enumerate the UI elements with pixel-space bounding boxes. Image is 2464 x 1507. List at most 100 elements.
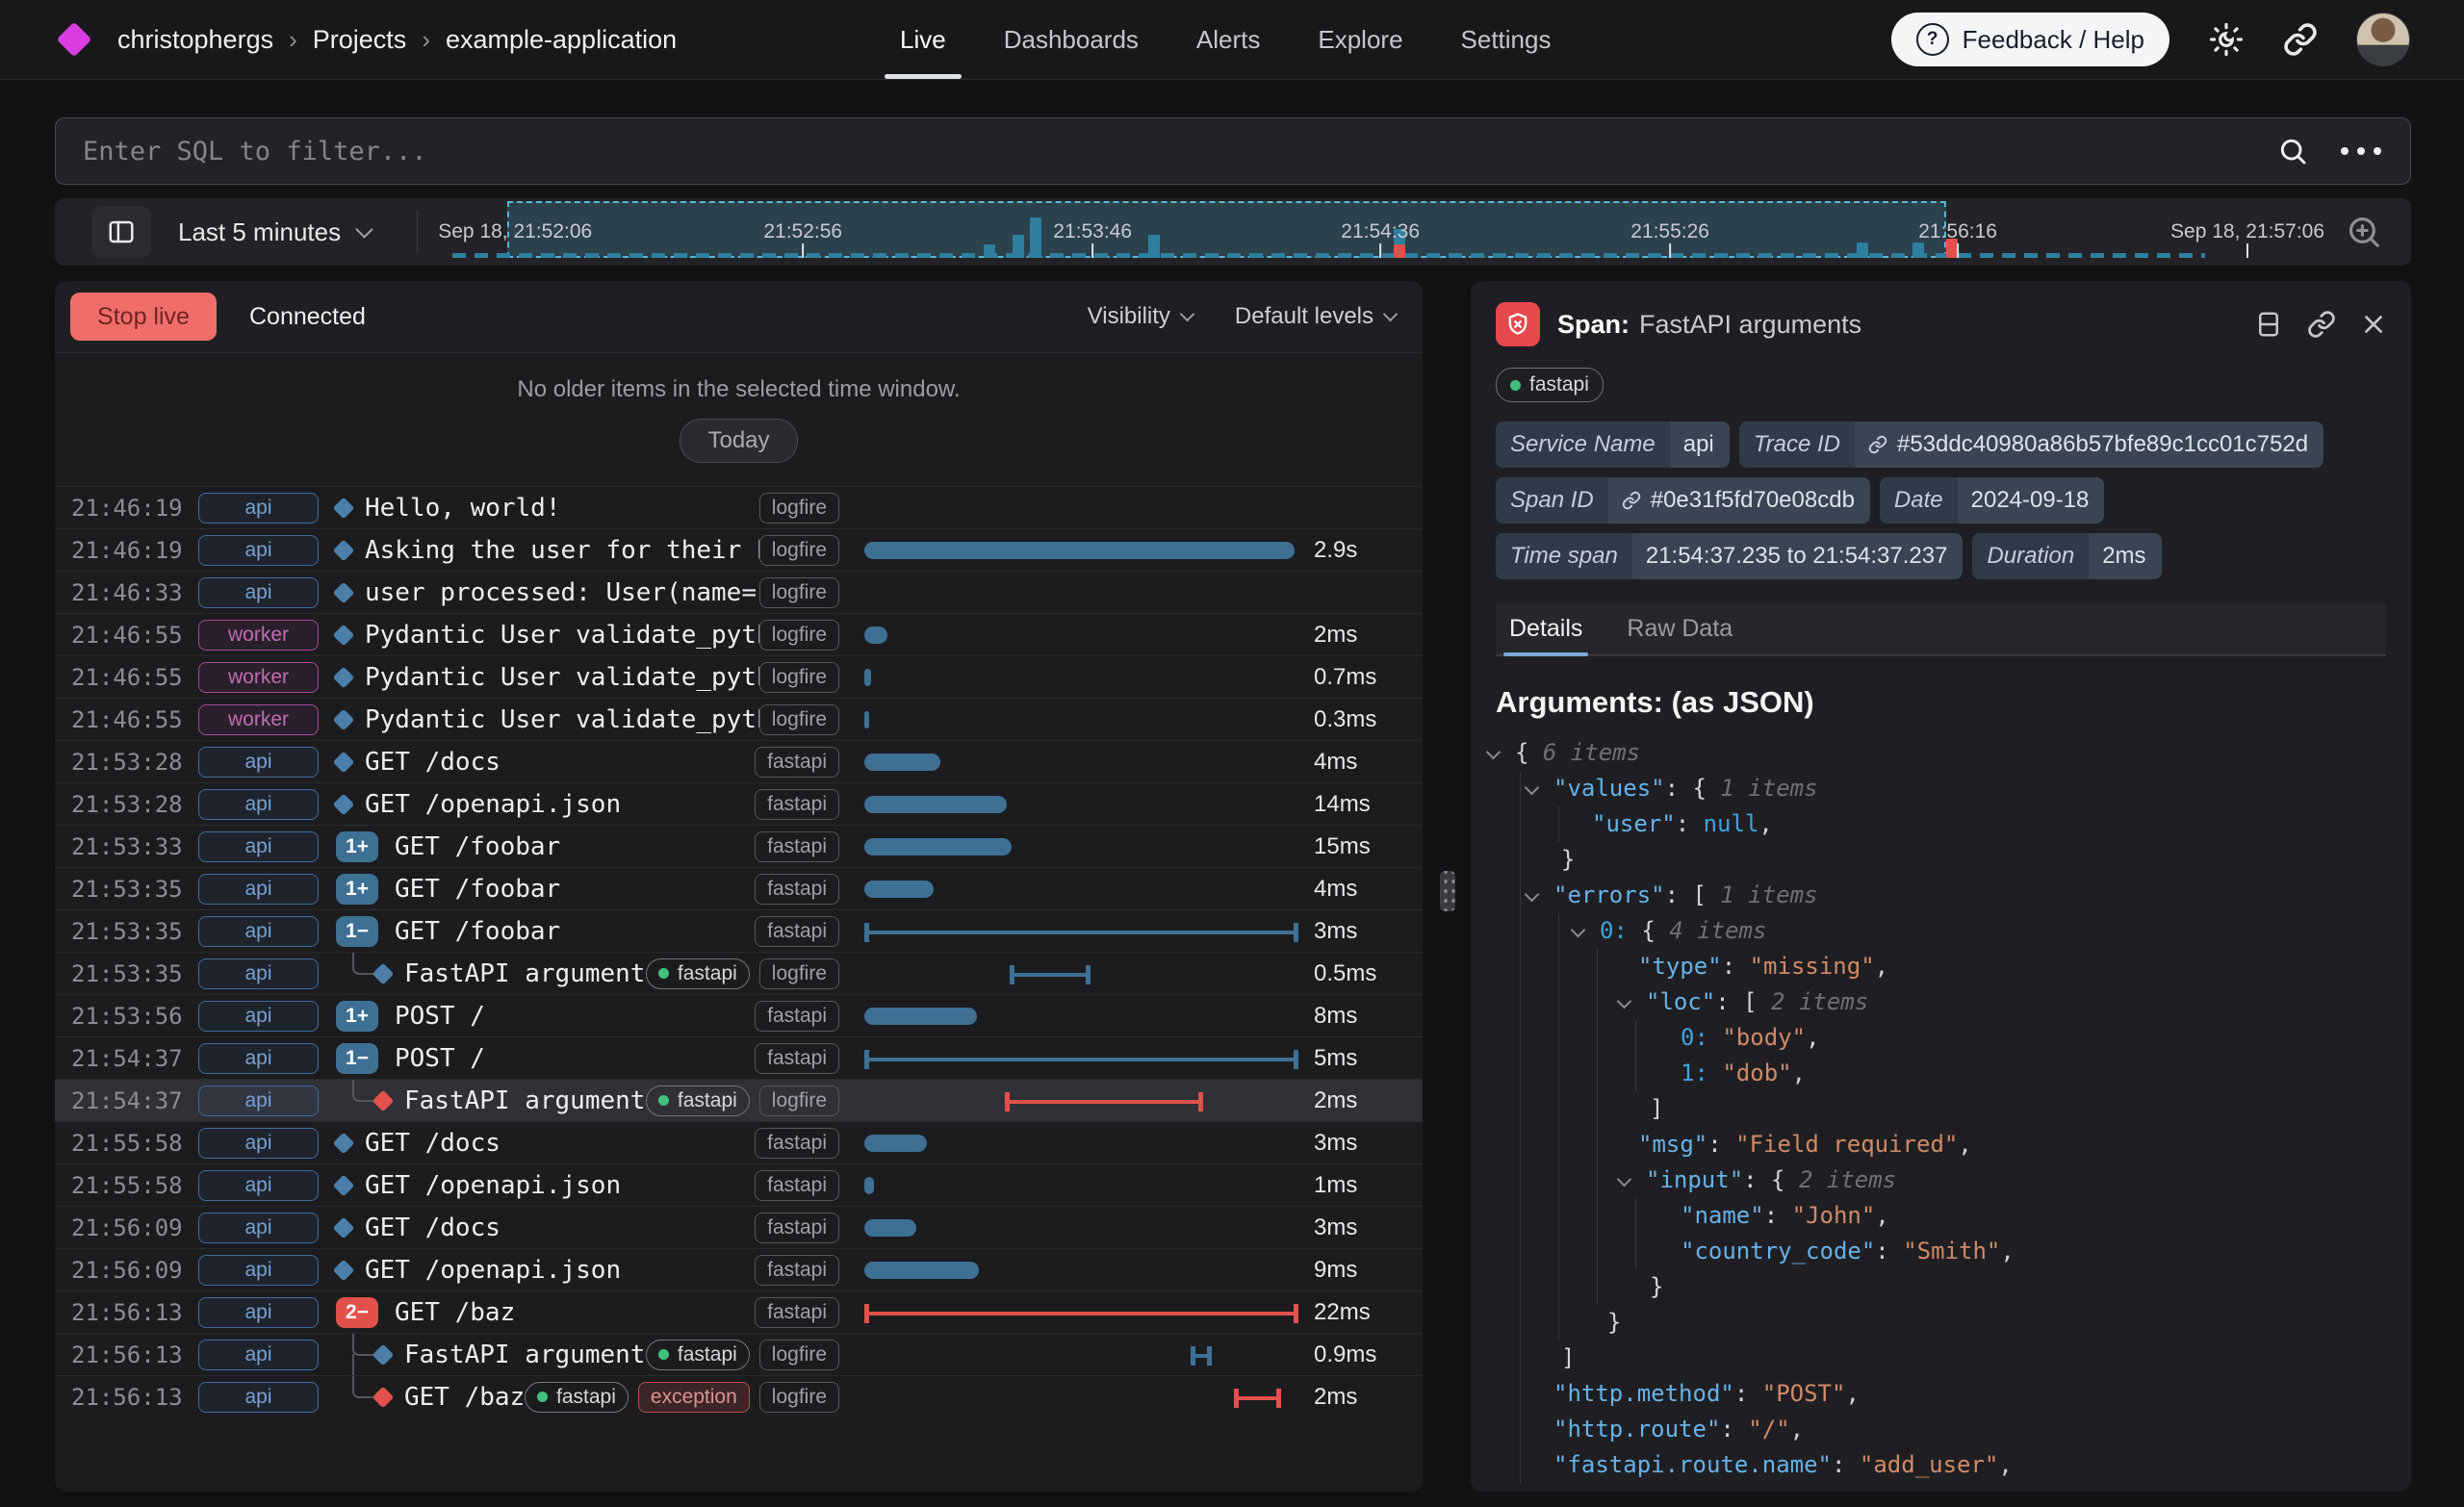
copy-link-icon[interactable] <box>2307 310 2336 339</box>
service-badge[interactable]: api <box>198 831 319 862</box>
log-row[interactable]: 21:54:37 api 1−POST / fastapi 5ms <box>55 1036 1423 1079</box>
expand-collapse-chip[interactable]: 1+ <box>336 874 378 905</box>
breadcrumb-item[interactable]: example-application <box>446 25 677 55</box>
collapse-chevron-icon[interactable] <box>1617 994 1632 1009</box>
expand-collapse-chip[interactable]: 2− <box>336 1297 378 1328</box>
row-bar-cell <box>864 529 1296 571</box>
service-badge[interactable]: api <box>198 493 319 524</box>
indent-guide <box>1520 1020 1521 1056</box>
row-bar-cell <box>864 1249 1296 1290</box>
tab-settings[interactable]: Settings <box>1432 0 1580 79</box>
visibility-dropdown[interactable]: Visibility <box>1088 303 1193 330</box>
chevron-down-icon <box>1180 306 1195 321</box>
tab-alerts[interactable]: Alerts <box>1168 0 1289 79</box>
panel-resize-handle[interactable] <box>1440 871 1455 911</box>
log-row[interactable]: 21:46:33 api user processed: User(name='… <box>55 571 1423 613</box>
split-view-icon[interactable] <box>2255 310 2282 339</box>
log-row[interactable]: 21:53:28 api GET /openapi.json fastapi 1… <box>55 782 1423 825</box>
tag-logfire: logfire <box>759 662 839 693</box>
collapse-chevron-icon[interactable] <box>1571 923 1586 938</box>
service-badge[interactable]: api <box>198 535 319 566</box>
service-badge[interactable]: api <box>198 1170 319 1201</box>
sql-filter-input[interactable] <box>81 136 2277 167</box>
logfire-logo-icon[interactable] <box>57 22 92 58</box>
today-button[interactable]: Today <box>680 419 797 463</box>
service-badge[interactable]: api <box>198 1213 319 1243</box>
service-badge[interactable]: api <box>198 1043 319 1074</box>
service-badge[interactable]: api <box>198 1001 319 1032</box>
user-avatar[interactable] <box>2356 13 2410 66</box>
log-row[interactable]: 21:46:55 worker Pydantic User validate_p… <box>55 613 1423 655</box>
tab-dashboards[interactable]: Dashboards <box>975 0 1168 79</box>
theme-toggle-icon[interactable] <box>2208 21 2245 58</box>
service-badge[interactable]: api <box>198 789 319 820</box>
log-row[interactable]: 21:53:28 api GET /docs fastapi 4ms <box>55 740 1423 782</box>
service-badge[interactable]: api <box>198 916 319 947</box>
stop-live-button[interactable]: Stop live <box>70 293 217 341</box>
sidebar-toggle-button[interactable] <box>91 206 151 258</box>
log-row[interactable]: 21:53:35 api 1+GET /foobar fastapi 4ms <box>55 867 1423 909</box>
search-icon[interactable] <box>2277 136 2308 166</box>
log-row[interactable]: 21:55:58 api GET /openapi.json fastapi 1… <box>55 1163 1423 1206</box>
breadcrumb-item[interactable]: christophergs <box>117 25 273 55</box>
collapse-chevron-icon[interactable] <box>1617 1172 1632 1188</box>
row-time: 21:55:58 <box>71 1130 187 1157</box>
feedback-help-button[interactable]: ? Feedback / Help <box>1891 13 2169 66</box>
duration-bar <box>864 669 871 686</box>
log-row[interactable]: 21:56:13 api 2−GET /baz fastapi 22ms <box>55 1290 1423 1333</box>
log-row[interactable]: 21:53:33 api 1+GET /foobar fastapi 15ms <box>55 825 1423 867</box>
service-badge[interactable]: worker <box>198 704 319 735</box>
log-row[interactable]: 21:46:19 api Hello, world! logfire <box>55 486 1423 528</box>
tab-live[interactable]: Live <box>871 0 975 79</box>
close-icon[interactable] <box>2361 312 2386 337</box>
service-badge[interactable]: api <box>198 958 319 989</box>
service-badge[interactable]: api <box>198 1340 319 1370</box>
log-row[interactable]: 21:46:55 worker Pydantic User validate_p… <box>55 655 1423 698</box>
collapse-chevron-icon[interactable] <box>1525 887 1540 903</box>
row-time: 21:46:19 <box>71 495 187 522</box>
log-row[interactable]: 21:56:09 api GET /openapi.json fastapi 9… <box>55 1248 1423 1290</box>
log-row[interactable]: 21:56:13 api GET /baz (fo fastapiexcepti… <box>55 1375 1423 1418</box>
more-options-icon[interactable] <box>2341 147 2381 155</box>
service-badge[interactable]: api <box>198 1128 319 1159</box>
service-badge[interactable]: worker <box>198 620 319 651</box>
service-badge[interactable]: worker <box>198 662 319 693</box>
row-duration: 9ms <box>1296 1257 1423 1284</box>
link-icon[interactable] <box>1622 491 1641 510</box>
expand-collapse-chip[interactable]: 1− <box>336 916 378 947</box>
log-row[interactable]: 21:56:09 api GET /docs fastapi 3ms <box>55 1206 1423 1248</box>
timeline-selection[interactable] <box>507 201 1946 258</box>
service-badge[interactable]: api <box>198 747 319 778</box>
default-levels-dropdown[interactable]: Default levels <box>1235 303 1396 330</box>
expand-collapse-chip[interactable]: 1− <box>336 1043 378 1074</box>
collapse-chevron-icon[interactable] <box>1486 745 1502 760</box>
expand-collapse-chip[interactable]: 1+ <box>336 1001 378 1032</box>
expand-collapse-chip[interactable]: 1+ <box>336 831 378 862</box>
share-link-icon[interactable] <box>2283 22 2318 57</box>
timeline-plot[interactable]: Sep 18, 21:52:0621:52:5621:53:4621:54:36… <box>443 198 2348 266</box>
service-badge[interactable]: api <box>198 577 319 608</box>
log-row[interactable]: 21:53:56 api 1+POST / fastapi 8ms <box>55 994 1423 1036</box>
service-badge[interactable]: api <box>198 874 319 905</box>
service-badge[interactable]: api <box>198 1297 319 1328</box>
detail-tab-details[interactable]: Details <box>1509 615 1582 654</box>
log-row[interactable]: 21:56:13 api FastAPI arguments fastapilo… <box>55 1333 1423 1375</box>
log-row[interactable]: 21:53:35 api FastAPI arguments fastapilo… <box>55 952 1423 994</box>
log-row[interactable]: 21:46:19 api Asking the user for their b… <box>55 528 1423 571</box>
row-message: FastAPI arguments <box>404 1086 646 1115</box>
breadcrumb-item[interactable]: Projects <box>313 25 407 55</box>
link-icon[interactable] <box>1868 435 1887 454</box>
chevron-down-icon <box>1383 306 1399 321</box>
log-row[interactable]: 21:54:37 api FastAPI arguments fastapilo… <box>55 1079 1423 1121</box>
log-row[interactable]: 21:46:55 worker Pydantic User validate_p… <box>55 698 1423 740</box>
service-badge[interactable]: api <box>198 1382 319 1413</box>
zoom-in-icon[interactable] <box>2346 214 2382 250</box>
detail-tab-raw-data[interactable]: Raw Data <box>1627 615 1732 654</box>
service-badge[interactable]: api <box>198 1086 319 1116</box>
log-row[interactable]: 21:53:35 api 1−GET /foobar fastapi 3ms <box>55 909 1423 952</box>
tab-explore[interactable]: Explore <box>1289 0 1431 79</box>
time-range-dropdown[interactable]: Last 5 minutes <box>178 198 371 266</box>
service-badge[interactable]: api <box>198 1255 319 1286</box>
log-row[interactable]: 21:55:58 api GET /docs fastapi 3ms <box>55 1121 1423 1163</box>
collapse-chevron-icon[interactable] <box>1525 780 1540 796</box>
